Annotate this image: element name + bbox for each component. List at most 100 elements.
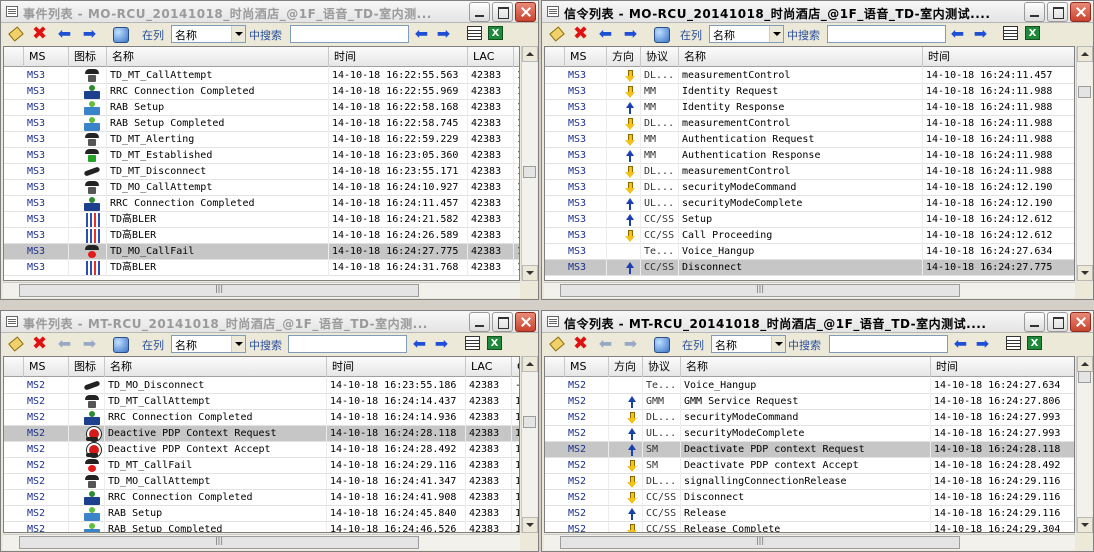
maximize-button[interactable]	[492, 312, 513, 332]
table-row[interactable]: MS2 UL... securityModeComplete 14-10-18 16:…	[545, 426, 1074, 442]
close-button[interactable]	[515, 312, 536, 332]
table-row[interactable]: MS2 TD_MT_CallAttempt 14-10-18 16:24:14.43…	[4, 394, 519, 410]
table-row[interactable]: MS3 RRC Connection Completed 14-10-18 16:2…	[4, 84, 519, 100]
forward-arrow-icon[interactable]: ➡	[81, 26, 98, 42]
scroll-thumb[interactable]	[523, 166, 536, 178]
table-row[interactable]: MS2 TD_MO_CallAttempt 14-10-18 16:24:41.34…	[4, 474, 519, 490]
table-row[interactable]: MS2 Deactive PDP Context Accept 14-10-18 1…	[4, 442, 519, 458]
title-bar[interactable]: 信令列表 - MO-RCU_20141018_时尚酒店_@1F_语音_TD-室内…	[542, 1, 1093, 23]
scroll-thumb[interactable]	[1078, 371, 1091, 383]
col-header-protocol[interactable]: 协议	[641, 47, 679, 67]
col-header-direction[interactable]: 方向	[609, 357, 643, 377]
horizontal-scrollbar[interactable]	[3, 534, 520, 550]
col-header-direction[interactable]: 方向	[607, 47, 641, 67]
col-header-ms[interactable]: MS	[24, 47, 69, 67]
tag-icon[interactable]	[7, 336, 24, 352]
delete-icon[interactable]: ✖	[572, 25, 589, 43]
forward-arrow-icon[interactable]: ➡	[622, 336, 639, 352]
table-row[interactable]: MS3 RAB Setup14-10-18 16:22:58.168423831	[4, 100, 519, 116]
table-row[interactable]: MS3 TD_MO_CallFail 14-10-18 16:24:27.775 42…	[4, 244, 519, 260]
delete-icon[interactable]: ✖	[31, 25, 48, 43]
search-next-icon[interactable]: ➡	[972, 26, 989, 42]
col-header-time[interactable]: 时间	[931, 357, 1074, 377]
table-row[interactable]: MS3 MM Identity Response 14-10-18 16:24:11.…	[545, 100, 1074, 116]
column-select[interactable]: 名称	[709, 25, 784, 43]
minimize-button[interactable]	[1024, 312, 1045, 332]
close-button[interactable]	[1070, 2, 1091, 22]
table-row[interactable]: MS2 CC/SS Release 14-10-18 16:24:29.116	[545, 506, 1074, 522]
col-header-lac[interactable]: LAC	[466, 357, 512, 377]
scroll-down-icon[interactable]	[522, 265, 538, 281]
table-row[interactable]: MS2 SM Deactivate PDP context Accept 14-10-…	[545, 458, 1074, 474]
tag-icon[interactable]	[7, 26, 24, 42]
table-row[interactable]: MS2 RAB Setup Completed 14-10-18 16:24:46.…	[4, 522, 519, 532]
table-row[interactable]: MS3 CC/SS Setup 14-10-18 16:24:12.612	[545, 212, 1074, 228]
table-row[interactable]: MS3 TD_MT_CallAttempt 14-10-18 16:22:55.56…	[4, 68, 519, 84]
vertical-scrollbar[interactable]	[521, 46, 538, 281]
close-button[interactable]	[1070, 312, 1091, 332]
table-row[interactable]: MS2 Te... Voice_Hangup 14-10-18 16:24:27.63…	[545, 378, 1074, 394]
table-row[interactable]: MS3 RRC Connection Completed 14-10-18 16:2…	[4, 196, 519, 212]
table-row[interactable]: MS2 RAB Setup14-10-18 16:24:45.840423831	[4, 506, 519, 522]
minimize-button[interactable]	[1024, 2, 1045, 22]
table-view-icon[interactable]	[1006, 336, 1021, 350]
table-row[interactable]: MS3 CC/SS Call Proceeding 14-10-18 16:24:12…	[545, 228, 1074, 244]
table-row[interactable]: MS3 TD高BLER14-10-18 16:24:31.768423831	[4, 260, 519, 276]
col-header-name[interactable]: 名称	[105, 357, 327, 377]
scroll-up-icon[interactable]	[1077, 46, 1093, 62]
table-row[interactable]: MS3 DL... measurementControl 14-10-18 16:24…	[545, 68, 1074, 84]
table-row[interactable]: MS3 RAB Setup Completed 14-10-18 16:22:58.…	[4, 116, 519, 132]
chevron-down-icon[interactable]	[231, 336, 245, 352]
search-prev-icon[interactable]: ⬅	[949, 26, 966, 42]
col-header-icon[interactable]: 图标	[69, 357, 105, 377]
table-row[interactable]: MS3 TD_MT_Disconnect 14-10-18 16:23:55.171…	[4, 164, 519, 180]
table-row[interactable]: MS2 CC/SS Release Complete 14-10-18 16:24:2…	[545, 522, 1074, 532]
col-header-name[interactable]: 名称	[681, 357, 931, 377]
search-input[interactable]	[829, 335, 948, 353]
table-row[interactable]: MS3 DL... measurementControl 14-10-18 16:24…	[545, 116, 1074, 132]
back-arrow-icon[interactable]: ⬅	[56, 336, 73, 352]
tag-icon[interactable]	[548, 336, 565, 352]
horizontal-scrollbar[interactable]	[3, 282, 520, 298]
vertical-scrollbar[interactable]	[521, 356, 538, 533]
table-row[interactable]: MS3 TD高BLER14-10-18 16:24:21.582423831	[4, 212, 519, 228]
excel-export-icon[interactable]: X	[1027, 336, 1042, 350]
table-row[interactable]: MS2 Deactive PDP Context Request 14-10-18 …	[4, 426, 519, 442]
column-select[interactable]: 名称	[171, 335, 246, 353]
table-row[interactable]: MS3 TD高BLER14-10-18 16:24:26.589423831	[4, 228, 519, 244]
col-header-time[interactable]: 时间	[327, 357, 466, 377]
scroll-down-icon[interactable]	[1077, 517, 1093, 533]
search-prev-icon[interactable]: ⬅	[952, 336, 969, 352]
minimize-button[interactable]	[469, 312, 490, 332]
maximize-button[interactable]	[1047, 2, 1068, 22]
scroll-thumb[interactable]	[523, 416, 536, 428]
scroll-thumb[interactable]	[19, 536, 419, 549]
close-button[interactable]	[515, 2, 536, 22]
back-arrow-icon[interactable]: ⬅	[597, 336, 614, 352]
table-row[interactable]: MS3 CC/SS Disconnect 14-10-18 16:24:27.775	[545, 260, 1074, 276]
table-row[interactable]: MS2 DL... securityModeCommand 14-10-18 16:2…	[545, 410, 1074, 426]
col-header-protocol[interactable]: 协议	[643, 357, 681, 377]
filter-icon[interactable]	[112, 336, 129, 353]
table-row[interactable]: MS3 TD_MO_CallAttempt 14-10-18 16:24:10.92…	[4, 180, 519, 196]
table-row[interactable]: MS2 RRC Connection Completed 14-10-18 16:2…	[4, 410, 519, 426]
excel-export-icon[interactable]: X	[487, 336, 502, 350]
table-row[interactable]: MS2 DL... signallingConnectionRelease 14-10…	[545, 474, 1074, 490]
column-select[interactable]: 名称	[711, 335, 786, 353]
scroll-up-icon[interactable]	[522, 46, 538, 62]
col-header-ms[interactable]: MS	[565, 47, 607, 67]
table-row[interactable]: MS3 TD_MT_Established 14-10-18 16:23:05.36…	[4, 148, 519, 164]
delete-icon[interactable]: ✖	[31, 335, 48, 353]
search-input[interactable]	[827, 25, 946, 43]
table-row[interactable]: MS2 SM Deactivate PDP context Request 14-10…	[545, 442, 1074, 458]
back-arrow-icon[interactable]: ⬅	[597, 26, 614, 42]
scroll-thumb[interactable]	[1078, 86, 1091, 98]
table-view-icon[interactable]	[465, 336, 480, 350]
filter-icon[interactable]	[653, 26, 670, 43]
col-header-time[interactable]: 时间	[329, 47, 468, 67]
table-row[interactable]: MS2 TD_MT_CallFail 14-10-18 16:24:29.116 42…	[4, 458, 519, 474]
chevron-down-icon[interactable]	[769, 26, 783, 42]
col-header-icon[interactable]: 图标	[69, 47, 107, 67]
table-row[interactable]: MS3 DL... measurementControl 14-10-18 16:24…	[545, 164, 1074, 180]
search-next-icon[interactable]: ➡	[435, 26, 452, 42]
